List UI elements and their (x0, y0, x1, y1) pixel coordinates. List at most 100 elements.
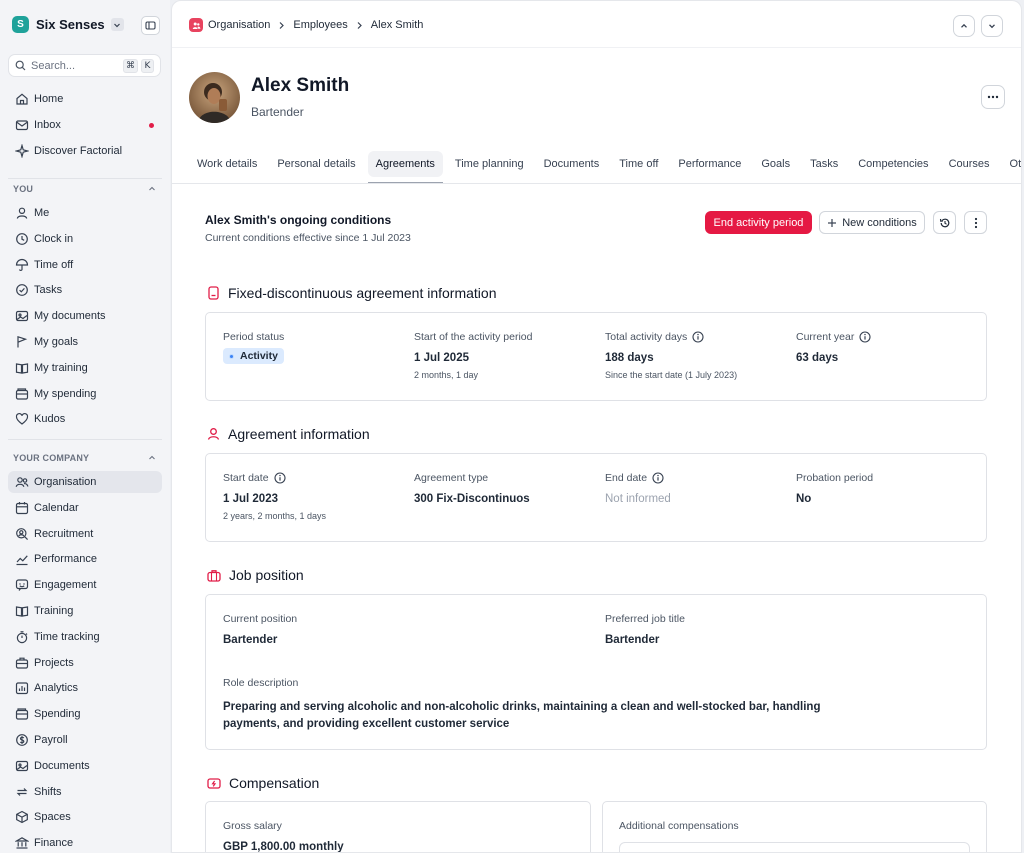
sidebar-toggle-button[interactable] (141, 16, 160, 35)
company-switcher[interactable]: S Six Senses (12, 16, 124, 33)
search-input[interactable]: Search... ⌘ K (8, 54, 161, 77)
breadcrumb-organisation[interactable]: Organisation (208, 19, 270, 31)
sidebar-item-label: Me (34, 207, 50, 219)
sidebar-item-my-spending[interactable]: My spending (8, 383, 162, 405)
clock-icon (15, 232, 29, 246)
sidebar-item-spending[interactable]: Spending (8, 703, 162, 725)
sidebar-item-finance[interactable]: Finance (8, 832, 162, 853)
sidebar-item-calendar[interactable]: Calendar (8, 497, 162, 519)
sidebar-item-me[interactable]: Me (8, 202, 162, 224)
employee-role: Bartender (251, 105, 304, 119)
umbrella-icon (15, 258, 29, 272)
section-title-you: YOU (13, 184, 34, 194)
sidebar-item-home[interactable]: Home (8, 88, 162, 110)
search-placeholder: Search... (31, 59, 76, 72)
sidebar-item-spaces[interactable]: Spaces (8, 806, 162, 828)
sidebar-item-label: Documents (34, 759, 90, 772)
analytics-icon (15, 681, 29, 695)
briefcase-icon (15, 656, 29, 670)
sidebar-item-performance[interactable]: Performance (8, 548, 162, 570)
sidebar-item-analytics[interactable]: Analytics (8, 677, 162, 699)
info-icon[interactable] (273, 472, 286, 484)
shortcut-key: K (141, 58, 154, 73)
additional-compensations-list[interactable] (619, 842, 970, 852)
job-position-card: Current position Bartender Preferred job… (205, 594, 987, 750)
start-date-field: Start date 1 Jul 2023 2 years, 2 months,… (223, 472, 326, 521)
sidebar-item-recruitment[interactable]: Recruitment (8, 523, 162, 545)
sidebar-item-my-documents[interactable]: My documents (8, 305, 162, 327)
current-position-label: Current position (223, 613, 298, 625)
sidebar-item-tasks[interactable]: Tasks (8, 279, 162, 301)
stopwatch-icon (15, 630, 29, 644)
sidebar-divider (8, 439, 162, 440)
home-icon (15, 92, 29, 106)
sidebar-item-clock-in[interactable]: Clock in (8, 228, 162, 250)
document-icon (208, 286, 219, 300)
person-icon (15, 206, 29, 220)
sidebar-item-time-off[interactable]: Time off (8, 254, 162, 276)
money-icon (207, 777, 221, 789)
sidebar-item-documents[interactable]: Documents (8, 755, 162, 777)
sidebar-item-label: Shifts (34, 785, 62, 798)
status-badge-label: Activity (240, 350, 278, 362)
sidebar-item-my-goals[interactable]: My goals (8, 331, 162, 353)
sidebar-item-training[interactable]: Training (8, 600, 162, 622)
agreement-card: Start date 1 Jul 2023 2 years, 2 months,… (205, 453, 987, 542)
sidebar-item-label: Finance (34, 837, 74, 850)
sidebar-item-label: Discover Factorial (34, 145, 123, 157)
folder-icon (15, 759, 29, 773)
unread-indicator (149, 123, 154, 128)
plus-icon (828, 218, 837, 227)
tab-personal-details[interactable]: Personal details (269, 151, 363, 177)
previous-employee-button[interactable] (953, 15, 975, 37)
current-position-value: Bartender (223, 634, 278, 646)
sidebar-item-engagement[interactable]: Engagement (8, 574, 162, 596)
breadcrumb-employees[interactable]: Employees (293, 19, 347, 31)
tab-work-details[interactable]: Work details (189, 151, 265, 177)
tab-others[interactable]: Others (1002, 151, 1021, 177)
sidebar-item-label: My documents (34, 310, 106, 323)
sidebar-item-my-training[interactable]: My training (8, 357, 162, 379)
sidebar-item-label: Projects (34, 656, 74, 669)
sidebar-item-organisation[interactable]: Organisation (8, 471, 162, 493)
probation-period-field: Probation period No (796, 472, 873, 505)
sidebar-item-payroll[interactable]: Payroll (8, 729, 162, 751)
next-employee-button[interactable] (981, 15, 1003, 37)
chevron-up-icon[interactable] (147, 453, 157, 463)
book-icon (15, 604, 29, 618)
sidebar-item-projects[interactable]: Projects (8, 652, 162, 674)
info-icon[interactable] (859, 331, 871, 343)
flag-icon (15, 335, 29, 349)
sidebar-item-kudos[interactable]: Kudos (8, 408, 162, 430)
role-description-field: Role description (223, 677, 298, 689)
agreement-section-title: Agreement information (228, 426, 370, 442)
job-section-header: Job position (207, 567, 304, 583)
more-options-button[interactable] (981, 85, 1005, 109)
new-conditions-button[interactable]: New conditions (819, 211, 925, 234)
more-horizontal-icon (987, 95, 999, 99)
chevron-up-icon[interactable] (147, 184, 157, 194)
activity-start-label: Start of the activity period (414, 331, 533, 343)
period-status-field: Period status Activity (223, 331, 284, 364)
conditions-menu-button[interactable] (964, 211, 987, 234)
tab-documents[interactable]: Documents (536, 151, 608, 177)
sidebar-item-label: Tasks (34, 284, 63, 297)
sidebar-item-time-tracking[interactable]: Time tracking (8, 626, 162, 648)
tab-time-off[interactable]: Time off (611, 151, 666, 177)
book-icon (15, 361, 29, 375)
info-icon[interactable] (692, 331, 704, 343)
info-icon[interactable] (652, 472, 664, 484)
end-activity-period-button[interactable]: End activity period (705, 211, 812, 234)
tab-performance[interactable]: Performance (670, 151, 749, 177)
tab-tasks[interactable]: Tasks (802, 151, 846, 177)
tab-agreements[interactable]: Agreements (367, 151, 444, 184)
tab-competencies[interactable]: Competencies (850, 151, 936, 177)
tab-goals[interactable]: Goals (753, 151, 798, 177)
sidebar-item-inbox[interactable]: Inbox (8, 114, 162, 136)
start-date-label: Start date (223, 472, 269, 484)
sidebar-item-discover-factorial[interactable]: Discover Factorial (8, 140, 162, 162)
tab-time-planning[interactable]: Time planning (447, 151, 532, 177)
tab-courses[interactable]: Courses (941, 151, 998, 177)
history-button[interactable] (933, 211, 956, 234)
sidebar-item-shifts[interactable]: Shifts (8, 781, 162, 803)
